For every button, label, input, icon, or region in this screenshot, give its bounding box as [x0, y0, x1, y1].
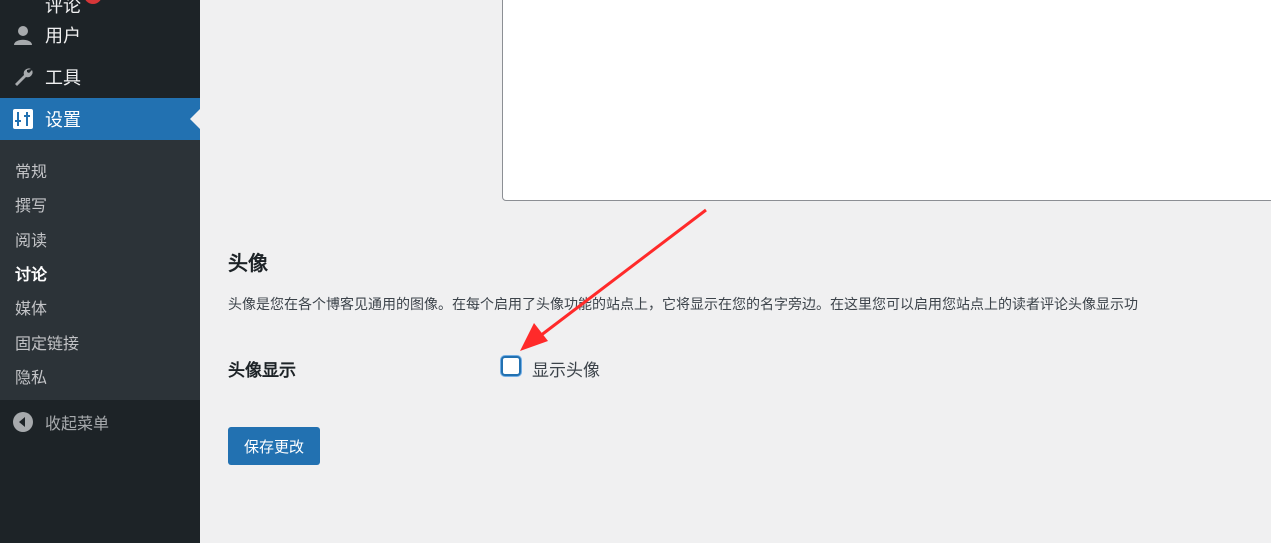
- annotation-arrow-head: [520, 323, 548, 351]
- submenu-item-media[interactable]: 媒体: [15, 295, 47, 319]
- submenu-item-reading[interactable]: 阅读: [15, 227, 47, 251]
- show-avatars-label[interactable]: 显示头像: [532, 356, 600, 381]
- submenu-item-permalinks[interactable]: 固定链接: [15, 330, 79, 354]
- submenu-item-privacy[interactable]: 隐私: [15, 364, 47, 388]
- comment-blocklist-textarea[interactable]: [502, 0, 1271, 201]
- collapse-menu-button[interactable]: 收起菜单: [0, 404, 200, 440]
- collapse-menu-label: 收起菜单: [45, 414, 110, 433]
- collapse-arrow-icon: [12, 411, 34, 433]
- save-changes-button[interactable]: 保存更改: [228, 427, 320, 465]
- avatar-display-label: 头像显示: [228, 361, 296, 381]
- sidebar-item-label: 用户: [45, 26, 81, 47]
- submenu-item-general[interactable]: 常规: [15, 158, 47, 182]
- avatars-section-description: 头像是您在各个博客见通用的图像。在每个启用了头像功能的站点上，它将显示在您的名字…: [228, 297, 1138, 313]
- annotation-arrow-shaft: [539, 208, 707, 338]
- sidebar-item-tools[interactable]: 工具: [0, 56, 200, 98]
- wrench-icon: [11, 65, 35, 89]
- submenu-item-writing[interactable]: 撰写: [15, 192, 47, 216]
- sidebar-item-label: 工具: [45, 68, 81, 89]
- sidebar-item-settings[interactable]: 设置: [0, 98, 200, 140]
- settings-icon: [11, 107, 35, 131]
- show-avatars-checkbox[interactable]: [501, 356, 521, 376]
- sidebar-item-label: 设置: [45, 110, 81, 131]
- admin-sidebar: 评论 用户 工具 设置 常规 撰写 阅读 讨论 媒体 固定链接 隐私 收起菜单: [0, 0, 200, 543]
- settings-submenu: 常规 撰写 阅读 讨论 媒体 固定链接 隐私: [0, 140, 200, 400]
- avatars-section-title: 头像: [228, 251, 268, 275]
- submenu-item-discussion[interactable]: 讨论: [15, 261, 47, 285]
- user-icon: [11, 23, 35, 47]
- notification-badge: [84, 0, 102, 4]
- sidebar-item-comments-partial[interactable]: 评论: [0, 0, 200, 17]
- sidebar-item-users[interactable]: 用户: [0, 14, 200, 56]
